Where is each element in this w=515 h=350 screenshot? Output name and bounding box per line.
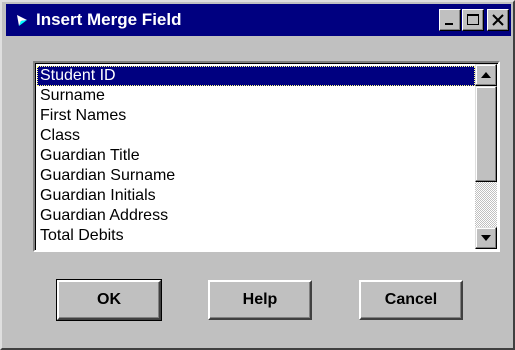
app-icon	[17, 15, 27, 26]
maximize-button[interactable]	[462, 9, 484, 31]
list-item-surname[interactable]: Surname	[37, 86, 475, 106]
list-item-guardian-surname[interactable]: Guardian Surname	[37, 166, 475, 186]
help-button[interactable]: Help	[208, 280, 312, 320]
close-icon	[492, 14, 504, 26]
scroll-thumb[interactable]	[475, 86, 497, 182]
list-item-guardian-address[interactable]: Guardian Address	[37, 206, 475, 226]
minimize-button[interactable]	[439, 9, 461, 31]
merge-field-list[interactable]: Student ID Surname First Names Class Gua…	[33, 61, 500, 252]
list-item-guardian-initials[interactable]: Guardian Initials	[37, 186, 475, 206]
arrow-up-icon	[481, 72, 491, 78]
list-item-guardian-title[interactable]: Guardian Title	[37, 146, 475, 166]
list-item-first-names[interactable]: First Names	[37, 106, 475, 126]
minimize-icon	[445, 23, 453, 25]
list-scrollbar[interactable]	[475, 64, 497, 249]
list-item-class[interactable]: Class	[37, 126, 475, 146]
cancel-button[interactable]: Cancel	[359, 280, 463, 320]
insert-merge-field-dialog: Insert Merge Field Student ID Surname Fi…	[0, 0, 515, 350]
maximize-icon	[467, 14, 479, 25]
list-item-student-id[interactable]: Student ID	[37, 66, 475, 86]
scroll-up-button[interactable]	[475, 64, 497, 86]
merge-field-items: Student ID Surname First Names Class Gua…	[37, 66, 475, 249]
arrow-down-icon	[481, 235, 491, 241]
scroll-down-button[interactable]	[475, 227, 497, 249]
list-item-total-debits[interactable]: Total Debits	[37, 226, 475, 246]
close-button[interactable]	[487, 9, 509, 31]
window-title: Insert Merge Field	[36, 10, 182, 29]
ok-button[interactable]: OK	[56, 279, 162, 321]
title-bar[interactable]: Insert Merge Field	[6, 4, 511, 36]
